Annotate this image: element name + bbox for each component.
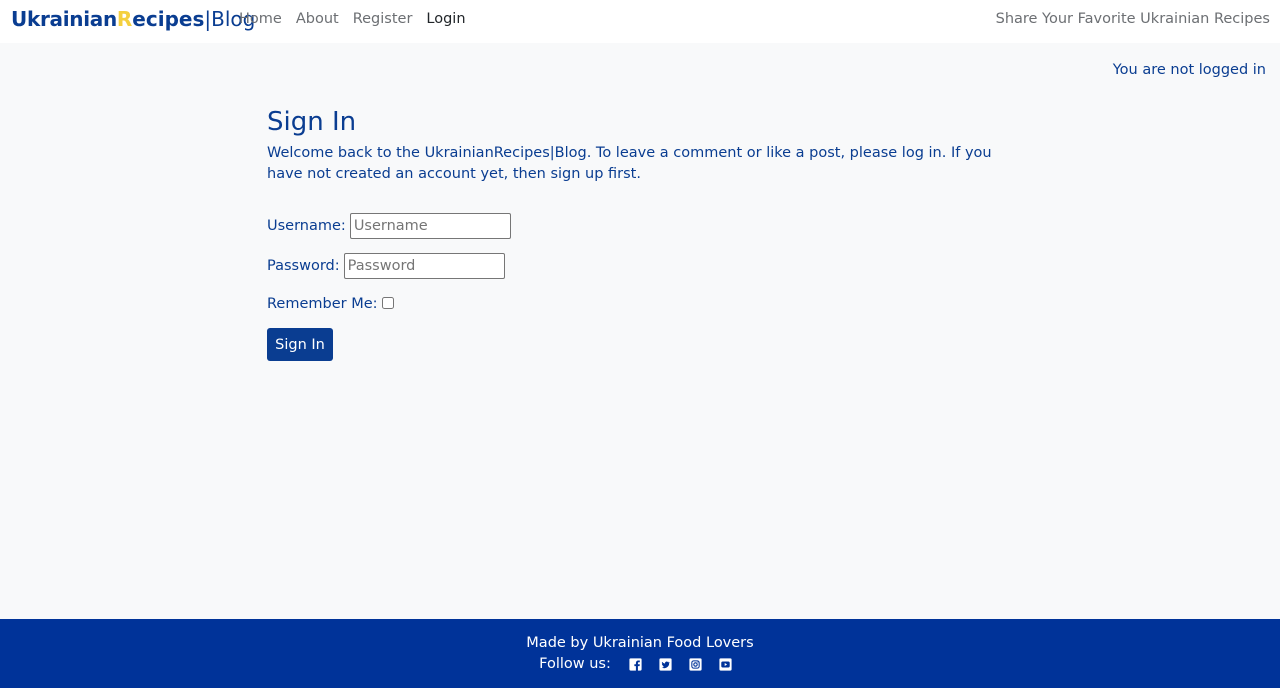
- signin-intro-text: Welcome back to the UkrainianRecipes|Blo…: [267, 145, 992, 182]
- brand-part-r: R: [116, 7, 133, 31]
- sign-in-button[interactable]: Sign In: [267, 328, 333, 361]
- nav-link-home[interactable]: Home: [239, 10, 282, 28]
- nav-link-register[interactable]: Register: [353, 10, 413, 28]
- nav-link-about[interactable]: About: [296, 10, 339, 28]
- remember-me-label: Remember Me:: [267, 296, 378, 312]
- nav-links: Home About Register Login: [239, 10, 480, 28]
- password-input[interactable]: [343, 253, 505, 279]
- footer-made-by: Made by Ukrainian Food Lovers: [526, 635, 754, 651]
- follow-us-label: Follow us:: [539, 656, 611, 672]
- login-status: You are not logged in: [1112, 62, 1266, 78]
- page-footer: Made by Ukrainian Food Lovers Follow us:: [0, 619, 1280, 688]
- username-row: Username:: [267, 213, 511, 239]
- navbar-tagline: Share Your Favorite Ukrainian Recipes: [995, 11, 1270, 27]
- brand-part-ecipes: ecipes: [132, 7, 205, 31]
- signin-section: Sign In Welcome back to the UkrainianRec…: [267, 106, 1012, 361]
- top-navbar: UkrainianRecipes|Blog Home About Registe…: [0, 0, 1280, 43]
- instagram-icon[interactable]: [689, 657, 703, 671]
- remember-row: Remember Me:: [267, 291, 394, 317]
- nav-link-login[interactable]: Login: [426, 10, 465, 28]
- facebook-icon[interactable]: [629, 657, 643, 671]
- youtube-icon[interactable]: [719, 657, 733, 671]
- page-title: Sign In: [267, 107, 357, 137]
- twitter-icon[interactable]: [659, 657, 673, 671]
- brand-logo[interactable]: UkrainianRecipes|Blog: [11, 6, 255, 32]
- password-label: Password:: [267, 258, 340, 274]
- remember-me-checkbox[interactable]: [381, 296, 394, 309]
- username-input[interactable]: [349, 213, 511, 239]
- footer-follow: Follow us:: [0, 655, 1280, 673]
- brand-part-ukrainian: Ukrainian: [11, 7, 117, 31]
- password-row: Password:: [267, 253, 505, 279]
- username-label: Username:: [267, 218, 346, 234]
